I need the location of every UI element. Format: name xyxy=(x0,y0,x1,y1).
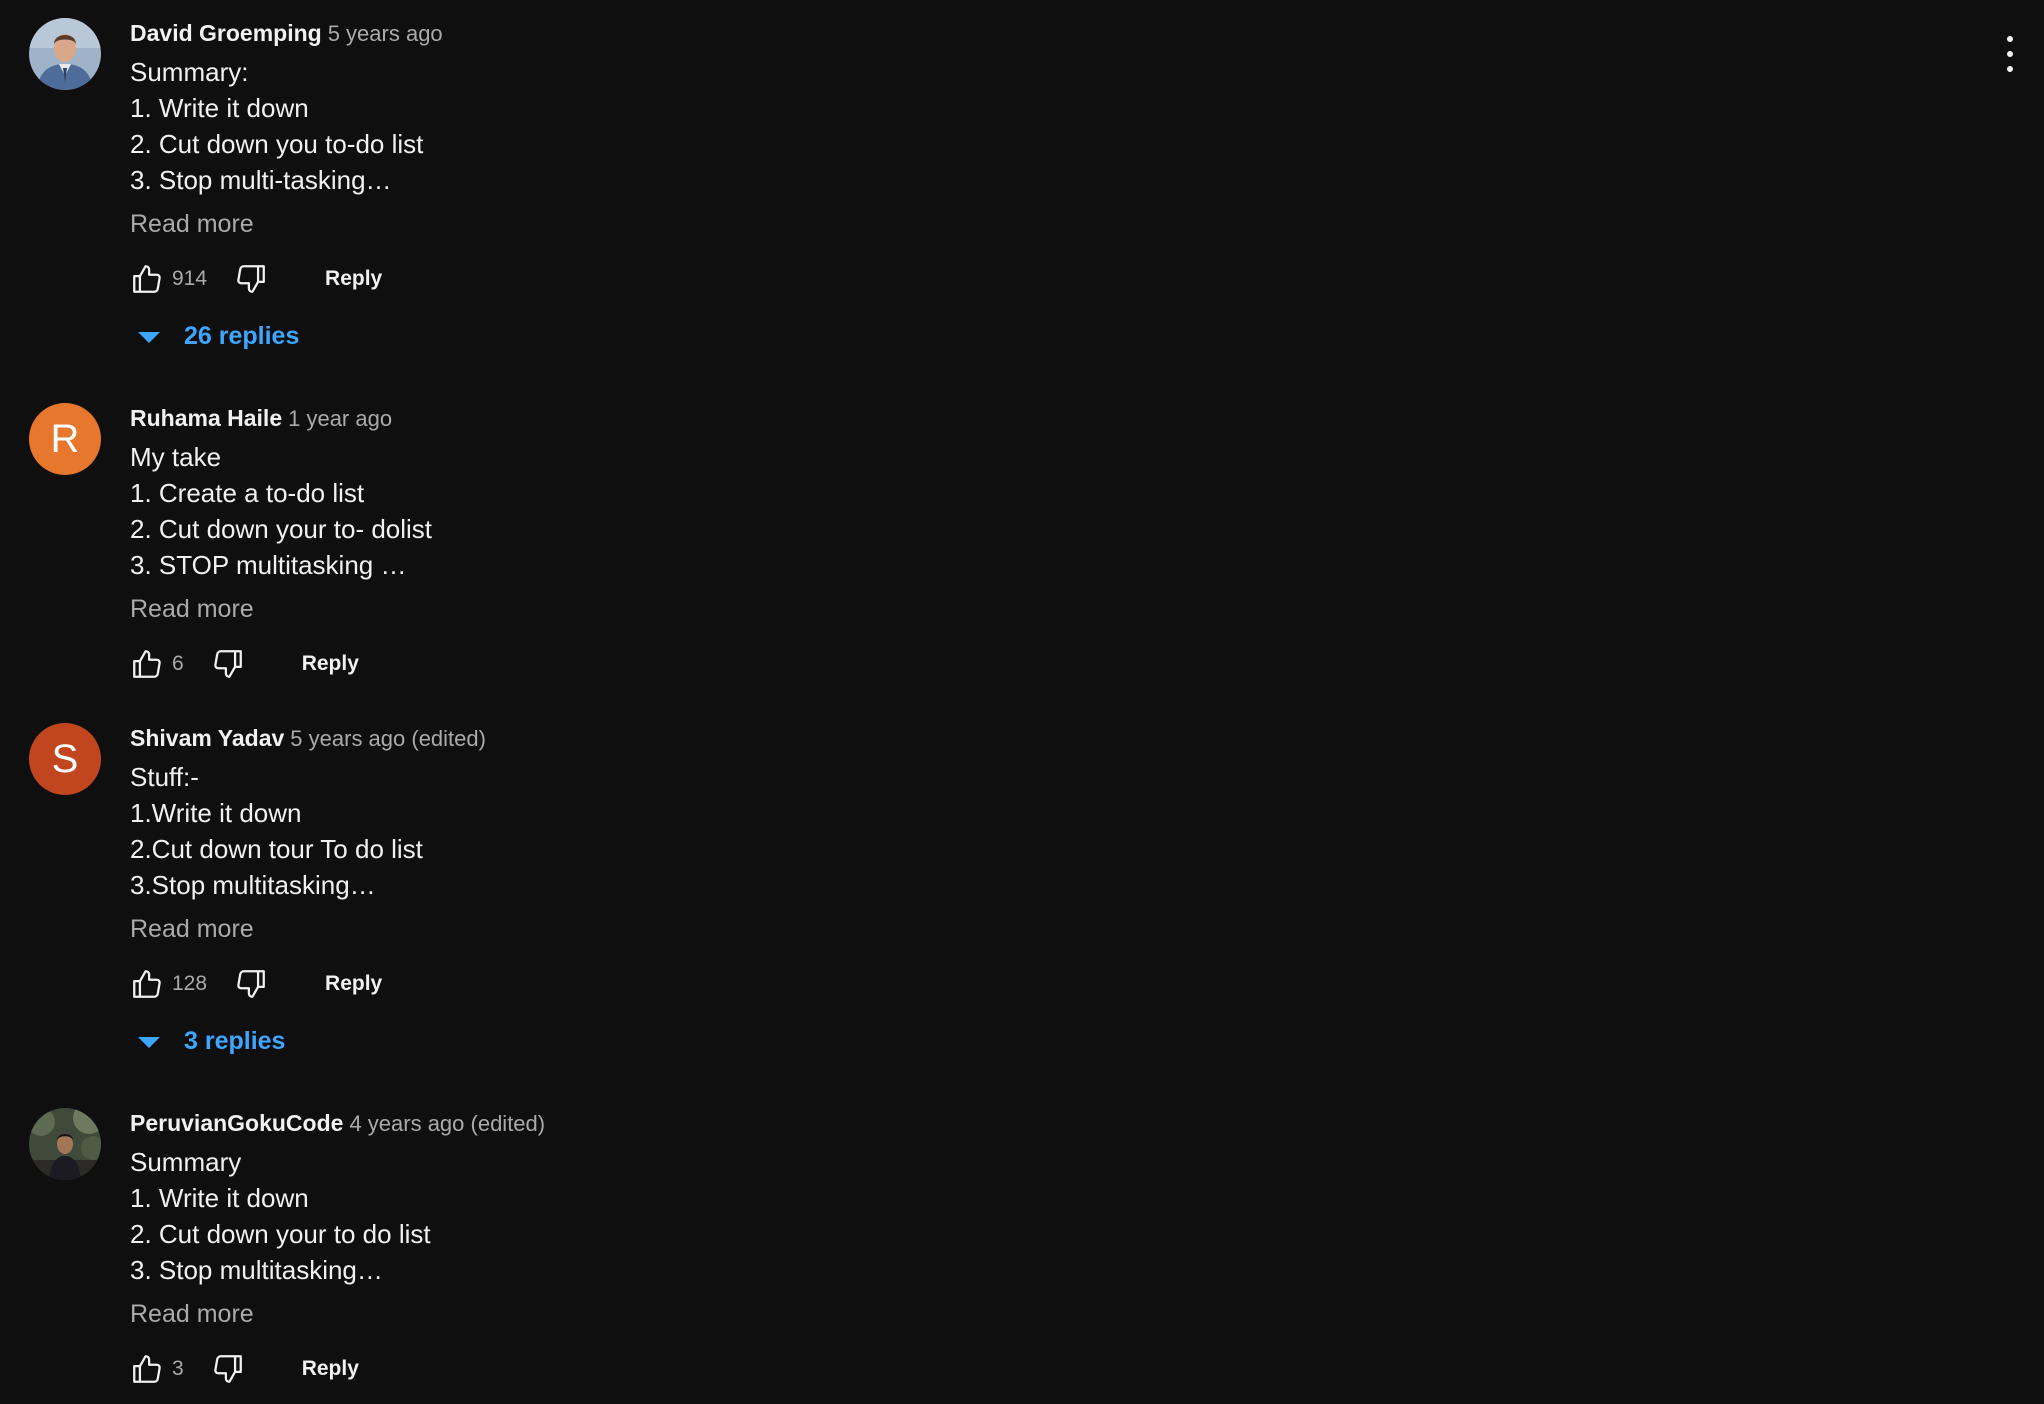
thumbs-down-icon xyxy=(237,265,265,293)
comment-line: 1. Write it down xyxy=(130,1183,309,1213)
reply-button[interactable]: Reply xyxy=(325,267,382,291)
comment-author[interactable]: David Groemping xyxy=(130,20,322,46)
comment-line: Stuff:- xyxy=(130,762,199,792)
photo-person-outdoors-icon xyxy=(29,1108,101,1180)
comment-time[interactable]: 5 years ago xyxy=(328,21,443,46)
comment-line: 2. Cut down your to do list xyxy=(130,1219,431,1249)
comment-line: 1.Write it down xyxy=(130,798,302,828)
thumbs-up-icon xyxy=(133,1355,161,1383)
comment-line: 3. Stop multi-tasking… xyxy=(130,165,392,195)
read-more-link[interactable]: Read more xyxy=(130,591,1930,627)
dislike-button[interactable] xyxy=(229,257,273,301)
thumbs-down-icon xyxy=(237,970,265,998)
view-replies-button[interactable]: 26 replies xyxy=(138,316,1930,356)
replies-count-label: 3 replies xyxy=(184,1026,286,1055)
avatar[interactable]: S xyxy=(29,723,101,795)
dislike-button[interactable] xyxy=(229,962,273,1006)
thumbs-up-icon xyxy=(133,650,161,678)
replies-count-label: 26 replies xyxy=(184,321,300,350)
comment-actions: 914 Reply xyxy=(125,256,1930,302)
photo-man-icon xyxy=(29,18,101,90)
comment-text: My take 1. Create a to-do list 2. Cut do… xyxy=(130,439,1930,583)
comment-line: 3. Stop multitasking… xyxy=(130,1255,383,1285)
read-more-link[interactable]: Read more xyxy=(130,911,1930,947)
avatar[interactable]: R xyxy=(29,403,101,475)
avatar[interactable] xyxy=(29,18,101,90)
comment-author[interactable]: Shivam Yadav xyxy=(130,725,284,751)
comment-actions: 128 Reply xyxy=(125,961,1930,1007)
comment-line: My take xyxy=(130,442,222,472)
avatar-letter: R xyxy=(50,416,80,461)
comment-line: 2. Cut down your to- dolist xyxy=(130,514,433,544)
like-count: 914 xyxy=(172,267,208,290)
dislike-button[interactable] xyxy=(206,642,250,686)
comment-line: 1. Write it down xyxy=(130,93,309,123)
reply-button[interactable]: Reply xyxy=(302,1357,359,1381)
read-more-link[interactable]: Read more xyxy=(130,1296,1930,1332)
comment-actions: 6 Reply xyxy=(125,641,1930,687)
comment-text: Stuff:- 1.Write it down 2.Cut down tour … xyxy=(130,759,1930,903)
comment-line: Summary: xyxy=(130,57,249,87)
read-more-link[interactable]: Read more xyxy=(130,206,1930,242)
comment-line: 2. Cut down you to-do list xyxy=(130,129,424,159)
comment-line: Summary xyxy=(130,1147,242,1177)
comments-section: David Groemping 5 years ago Summary: 1. W… xyxy=(0,0,2044,1404)
like-count: 128 xyxy=(172,972,208,995)
thumbs-down-icon xyxy=(213,650,242,678)
comment-actions: 3 Reply xyxy=(125,1346,1930,1392)
reply-button[interactable]: Reply xyxy=(325,972,382,996)
caret-down-icon xyxy=(138,1036,160,1048)
comment-author[interactable]: PeruvianGokuCode xyxy=(130,1110,343,1136)
comment-line: 3.Stop multitasking… xyxy=(130,870,376,900)
more-actions-icon[interactable] xyxy=(1990,32,2030,76)
comment-author[interactable]: Ruhama Haile xyxy=(130,405,282,431)
comment-time[interactable]: 1 year ago xyxy=(288,406,392,431)
like-count: 6 xyxy=(172,652,184,675)
like-count: 3 xyxy=(172,1357,184,1380)
comment-line: 1. Create a to-do list xyxy=(130,478,365,508)
comment-line: 2.Cut down tour To do list xyxy=(130,834,423,864)
like-button[interactable] xyxy=(125,1347,169,1391)
view-replies-button[interactable]: 3 replies xyxy=(138,1021,1930,1061)
thumbs-up-icon xyxy=(133,265,161,293)
comment-time[interactable]: 5 years ago (edited) xyxy=(290,726,486,751)
reply-button[interactable]: Reply xyxy=(302,652,359,676)
like-button[interactable] xyxy=(125,257,169,301)
comment-text: Summary 1. Write it down 2. Cut down you… xyxy=(130,1144,1930,1288)
thumbs-down-icon xyxy=(213,1355,242,1383)
like-button[interactable] xyxy=(125,642,169,686)
caret-down-icon xyxy=(138,331,160,343)
comment-time[interactable]: 4 years ago (edited) xyxy=(349,1111,545,1136)
comment-line: 3. STOP multitasking … xyxy=(130,550,407,580)
avatar[interactable] xyxy=(29,1108,101,1180)
dislike-button[interactable] xyxy=(206,1347,250,1391)
avatar-letter: S xyxy=(51,736,79,781)
like-button[interactable] xyxy=(125,962,169,1006)
thumbs-up-icon xyxy=(133,970,161,998)
comment-text: Summary: 1. Write it down 2. Cut down yo… xyxy=(130,54,1930,198)
